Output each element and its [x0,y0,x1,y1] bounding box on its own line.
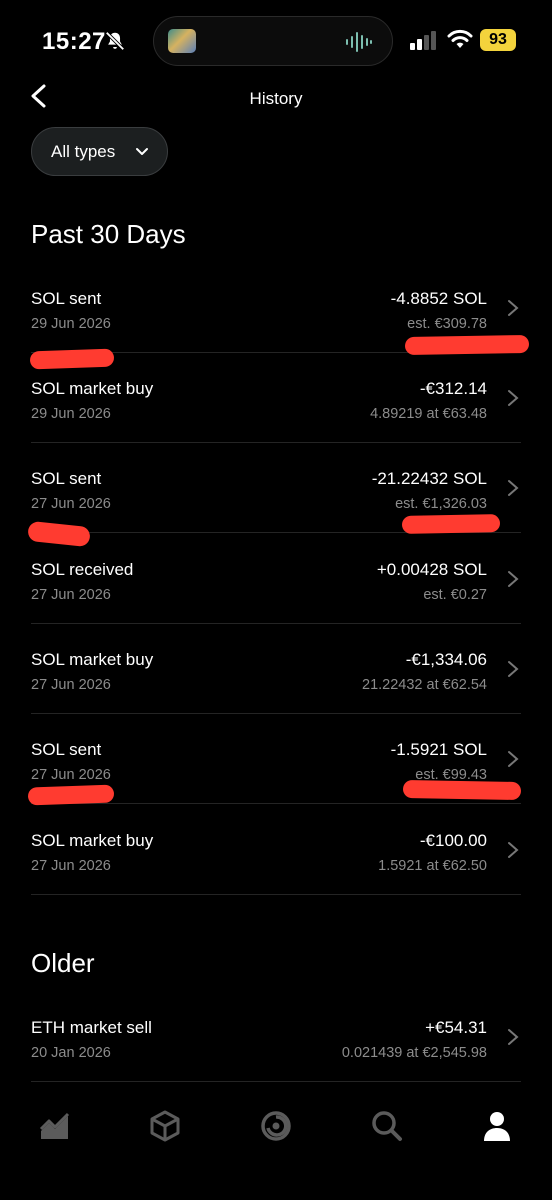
transaction-date: 27 Jun 2026 [31,496,111,512]
chevron-down-icon [136,148,148,155]
transaction-row[interactable]: SOL received 27 Jun 2026 +0.00428 SOL es… [31,534,521,624]
transaction-date: 27 Jun 2026 [31,677,111,693]
status-bar: 15:27 93 [0,0,552,80]
chart-icon[interactable] [38,1109,72,1143]
transaction-date: 27 Jun 2026 [31,587,111,603]
swirl-icon[interactable] [259,1109,293,1143]
transaction-type-filter[interactable]: All types [31,127,168,176]
transaction-row[interactable]: SOL market buy 27 Jun 2026 -€100.00 1.59… [31,805,521,895]
search-icon[interactable] [370,1109,404,1143]
transaction-detail: est. €0.27 [423,587,487,603]
transaction-row[interactable]: SOL market buy 27 Jun 2026 -€1,334.06 21… [31,624,521,714]
transaction-amount: -21.22432 SOL [371,469,487,488]
cube-icon[interactable] [148,1109,182,1143]
chevron-right-icon [508,842,519,858]
profile-icon[interactable] [480,1109,514,1143]
transaction-name: SOL market buy [31,650,154,669]
chevron-right-icon [508,1029,519,1045]
transaction-detail: est. €1,326.03 [395,496,487,512]
redaction-mark [402,779,522,801]
bottom-tab-bar [0,1095,552,1165]
transaction-name: SOL market buy [31,831,154,850]
cellular-signal-icon [410,31,436,50]
transaction-detail: 4.89219 at €63.48 [370,406,487,422]
transaction-name: SOL received [31,560,134,579]
audio-waveform-icon [346,32,372,52]
redaction-mark [401,514,501,534]
chevron-right-icon [508,390,519,406]
now-playing-artwork [168,29,196,53]
transaction-date: 27 Jun 2026 [31,858,111,874]
battery-indicator: 93 [480,29,516,51]
transaction-detail: 1.5921 at €62.50 [378,858,487,874]
transaction-row[interactable]: ETH market sell 20 Jan 2026 +€54.31 0.02… [31,992,521,1082]
transaction-name: SOL sent [31,289,102,308]
redaction-mark [404,334,530,356]
transaction-date: 20 Jan 2026 [31,1045,111,1061]
page-title: History [249,89,303,108]
status-time: 15:27 [42,28,106,55]
bell-muted-icon [105,31,125,51]
transaction-date: 27 Jun 2026 [31,767,111,783]
filter-label: All types [51,141,116,161]
chevron-right-icon [508,751,519,767]
transaction-name: SOL sent [31,740,102,759]
redaction-mark [27,784,115,806]
chevron-right-icon [508,300,519,316]
transaction-detail: 21.22432 at €62.54 [362,677,487,693]
transaction-name: ETH market sell [31,1018,152,1037]
transaction-name: SOL market buy [31,379,154,398]
transaction-name: SOL sent [31,469,102,488]
transaction-amount: -4.8852 SOL [390,289,487,308]
redaction-mark [29,348,115,370]
transaction-amount: -€312.14 [419,379,487,398]
section-title-past-30-days: Past 30 Days [31,219,186,249]
transaction-amount: +0.00428 SOL [376,560,487,579]
transaction-detail: 0.021439 at €2,545.98 [341,1045,487,1061]
chevron-right-icon [508,661,519,677]
section-title-older: Older [31,948,95,978]
wifi-icon [447,29,473,48]
chevron-right-icon [508,571,519,587]
transaction-date: 29 Jun 2026 [31,316,111,332]
transaction-amount: -1.5921 SOL [390,740,487,759]
transaction-amount: -€100.00 [419,831,487,850]
transaction-date: 29 Jun 2026 [31,406,111,422]
transaction-amount: +€54.31 [425,1018,487,1037]
transaction-detail: est. €309.78 [407,316,487,332]
transaction-amount: -€1,334.06 [405,650,487,669]
chevron-right-icon [508,480,519,496]
dynamic-island[interactable] [153,16,393,66]
